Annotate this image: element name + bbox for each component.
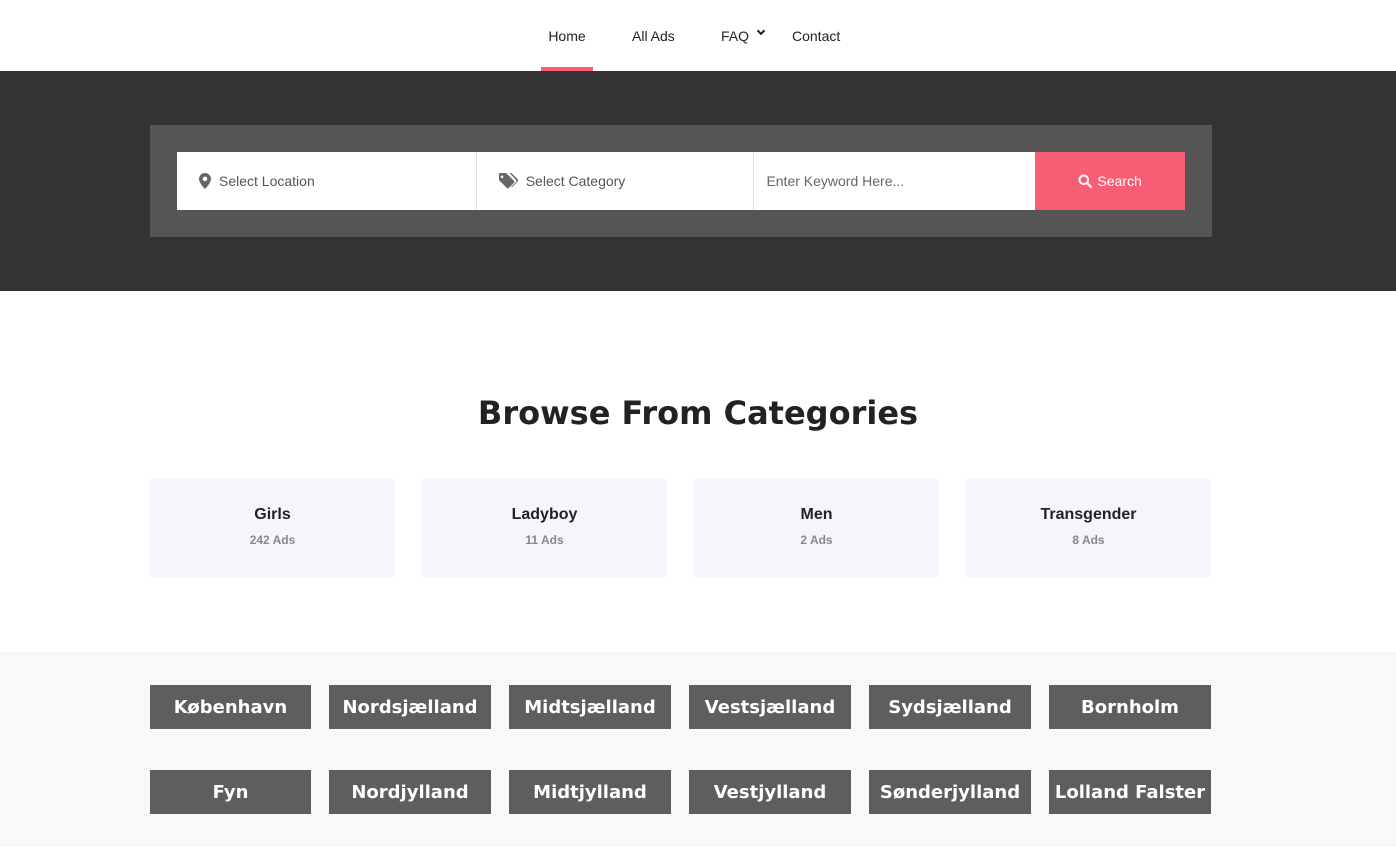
nav-all-ads-label: All Ads	[632, 27, 675, 44]
search-button[interactable]: Search	[1035, 152, 1185, 210]
category-name: Girls	[254, 505, 291, 523]
region-row: Fyn Nordjylland Midtjylland Vestjylland …	[150, 770, 1211, 814]
search-container: Select Location Select Category Search	[150, 125, 1212, 237]
category-name: Transgender	[1040, 505, 1137, 523]
region-button-kobenhavn[interactable]: København	[150, 685, 311, 729]
top-navigation: Home All Ads FAQ Contact	[0, 0, 1396, 71]
search-bar: Select Location Select Category Search	[177, 152, 1185, 210]
nav-menu: Home All Ads FAQ Contact	[0, 0, 1396, 71]
region-button-vestjylland[interactable]: Vestjylland	[689, 770, 851, 814]
hero-section: Select Location Select Category Search	[0, 71, 1396, 291]
category-card-ladyboy[interactable]: Ladyboy 11 Ads	[422, 479, 667, 577]
region-button-sonderjylland[interactable]: Sønderjylland	[869, 770, 1031, 814]
category-card-transgender[interactable]: Transgender 8 Ads	[966, 479, 1211, 577]
category-grid: Girls 242 Ads Ladyboy 11 Ads Men 2 Ads T…	[150, 479, 1212, 577]
nav-contact-label: Contact	[792, 27, 841, 44]
tags-icon	[498, 173, 518, 189]
region-button-nordsjaelland[interactable]: Nordsjælland	[329, 685, 491, 729]
nav-contact[interactable]: Contact	[792, 0, 840, 71]
category-name: Men	[800, 505, 833, 523]
category-count: 242 Ads	[249, 532, 296, 547]
region-button-sydsjaelland[interactable]: Sydsjælland	[869, 685, 1031, 729]
nav-all-ads[interactable]: All Ads	[632, 0, 675, 71]
region-button-midtjylland[interactable]: Midtjylland	[509, 770, 671, 814]
category-name: Ladyboy	[511, 505, 578, 523]
category-card-men[interactable]: Men 2 Ads	[694, 479, 939, 577]
location-select-label: Select Location	[219, 173, 315, 189]
region-button-fyn[interactable]: Fyn	[150, 770, 311, 814]
region-row: København Nordsjælland Midtsjælland Vest…	[150, 685, 1211, 729]
region-button-midtsjaelland[interactable]: Midtsjælland	[509, 685, 671, 729]
search-icon	[1078, 174, 1093, 188]
region-button-lolland-falster[interactable]: Lolland Falster	[1049, 770, 1211, 814]
keyword-field	[754, 152, 1035, 210]
category-count: 8 Ads	[1072, 532, 1105, 547]
category-select[interactable]: Select Category	[477, 152, 755, 210]
location-select[interactable]: Select Location	[177, 152, 477, 210]
search-button-label: Search	[1097, 173, 1142, 189]
category-select-label: Select Category	[525, 173, 626, 189]
section-title: Browse From Categories	[477, 394, 919, 432]
nav-home-label: Home	[548, 27, 586, 44]
nav-faq-label: FAQ	[721, 27, 750, 44]
region-button-vestsjaelland[interactable]: Vestsjælland	[689, 685, 851, 729]
category-card-girls[interactable]: Girls 242 Ads	[150, 479, 395, 577]
map-marker-icon	[199, 173, 211, 189]
regions-section: København Nordsjælland Midtsjælland Vest…	[0, 652, 1396, 847]
category-count: 2 Ads	[800, 532, 833, 547]
nav-faq[interactable]: FAQ	[721, 0, 766, 71]
category-count: 11 Ads	[525, 532, 564, 547]
keyword-input[interactable]	[766, 173, 1027, 189]
region-button-bornholm[interactable]: Bornholm	[1049, 685, 1211, 729]
chevron-down-icon	[756, 26, 766, 35]
region-button-nordjylland[interactable]: Nordjylland	[329, 770, 491, 814]
nav-home[interactable]: Home	[541, 0, 593, 71]
